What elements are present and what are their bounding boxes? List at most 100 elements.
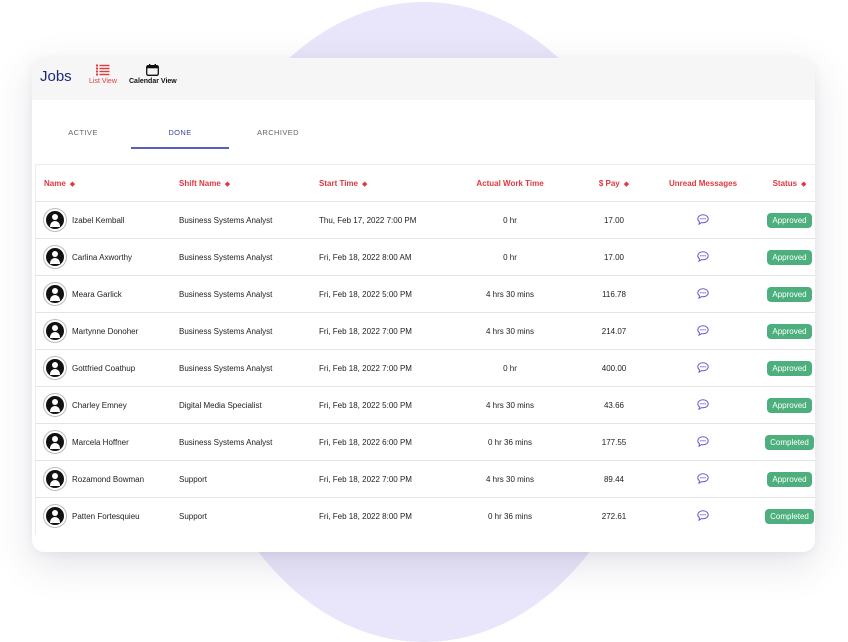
table-row[interactable]: Patten Fortesquieu Support Fri, Feb 18, … (36, 497, 815, 534)
actual-work-time: 4 hrs 30 mins (444, 312, 576, 350)
list-view-label: List View (89, 78, 117, 85)
status-badge: Approved (767, 249, 812, 265)
list-icon (95, 64, 110, 76)
start-time: Fri, Feb 18, 2022 5:00 PM (319, 386, 444, 424)
status-badge: Approved (767, 360, 812, 376)
start-time: Fri, Feb 18, 2022 8:00 AM (319, 238, 444, 276)
worker-name: Martynne Donoher (72, 326, 139, 336)
avatar-icon (44, 505, 66, 527)
status-badge: Completed (765, 508, 814, 524)
actual-work-time: 0 hr 36 mins (444, 423, 576, 461)
shift-name: Business Systems Analyst (179, 201, 319, 239)
message-bubble-icon[interactable] (697, 435, 709, 449)
message-bubble-icon[interactable] (697, 361, 709, 375)
pay-amount: 89.44 (576, 460, 652, 498)
table-row[interactable]: Izabel Kemball Business Systems Analyst … (36, 201, 815, 239)
sort-indicator-icon: ◆ (69, 180, 76, 188)
shift-name: Business Systems Analyst (179, 349, 319, 387)
actual-work-time: 0 hr (444, 349, 576, 387)
table-row[interactable]: Gottfried Coathup Business Systems Analy… (36, 349, 815, 387)
pay-amount: 177.55 (576, 423, 652, 461)
column-header-name[interactable]: Name ◆ (36, 165, 179, 202)
avatar-icon (44, 394, 66, 416)
table-row[interactable]: Rozamond Bowman Support Fri, Feb 18, 202… (36, 460, 815, 498)
avatar-icon (44, 283, 66, 305)
shift-name: Business Systems Analyst (179, 275, 319, 313)
start-time: Fri, Feb 18, 2022 8:00 PM (319, 497, 444, 534)
message-bubble-icon[interactable] (697, 250, 709, 264)
start-time: Fri, Feb 18, 2022 7:00 PM (319, 460, 444, 498)
column-header-actual-work-time: Actual Work Time (476, 178, 544, 188)
status-badge: Approved (767, 323, 812, 339)
message-bubble-icon[interactable] (697, 324, 709, 338)
actual-work-time: 4 hrs 30 mins (444, 275, 576, 313)
actual-work-time: 4 hrs 30 mins (444, 460, 576, 498)
actual-work-time: 0 hr 36 mins (444, 497, 576, 534)
worker-name: Charley Emney (72, 400, 127, 410)
message-bubble-icon[interactable] (697, 398, 709, 412)
shift-name: Business Systems Analyst (179, 238, 319, 276)
table-row[interactable]: Marcela Hoffner Business Systems Analyst… (36, 423, 815, 461)
jobs-table: Name ◆ Shift Name ◆ Start Time ◆ Actual Wor… (36, 165, 815, 534)
tab-archived[interactable]: ARCHIVED (250, 128, 306, 137)
status-badge: Approved (767, 471, 812, 487)
column-header-pay[interactable]: $ Pay ◆ (576, 165, 652, 202)
list-view-button[interactable]: List View (89, 64, 117, 85)
calendar-icon (146, 64, 160, 76)
calendar-view-button[interactable]: Calendar View (129, 64, 177, 85)
column-header-start-time[interactable]: Start Time ◆ (319, 165, 444, 202)
header-bar: Jobs List View Calendar View (32, 58, 815, 100)
worker-name: Marcela Hoffner (72, 437, 129, 447)
active-tab-indicator (131, 147, 229, 149)
message-bubble-icon[interactable] (697, 472, 709, 486)
message-bubble-icon[interactable] (697, 287, 709, 301)
avatar-icon (44, 320, 66, 342)
table-row[interactable]: Carlina Axworthy Business Systems Analys… (36, 238, 815, 276)
table-header-row: Name ◆ Shift Name ◆ Start Time ◆ Actual Wor… (36, 165, 815, 202)
page-title: Jobs (40, 68, 72, 85)
sort-indicator-icon: ◆ (623, 180, 630, 188)
status-badge: Completed (765, 434, 814, 450)
shift-name: Digital Media Specialist (179, 386, 319, 424)
column-header-status[interactable]: Status ◆ (754, 165, 815, 202)
pay-amount: 17.00 (576, 238, 652, 276)
status-badge: Approved (767, 212, 812, 228)
actual-work-time: 0 hr (444, 201, 576, 239)
message-bubble-icon[interactable] (697, 509, 709, 523)
sort-indicator-icon: ◆ (224, 180, 231, 188)
actual-work-time: 4 hrs 30 mins (444, 386, 576, 424)
worker-name: Patten Fortesquieu (72, 511, 140, 521)
start-time: Fri, Feb 18, 2022 6:00 PM (319, 423, 444, 461)
column-header-shift-name[interactable]: Shift Name ◆ (179, 165, 319, 202)
table-row[interactable]: Charley Emney Digital Media Specialist F… (36, 386, 815, 424)
avatar-icon (44, 246, 66, 268)
start-time: Fri, Feb 18, 2022 7:00 PM (319, 312, 444, 350)
avatar-icon (44, 209, 66, 231)
sort-indicator-icon: ◆ (361, 180, 368, 188)
sort-indicator-icon: ◆ (801, 180, 807, 188)
tab-active[interactable]: ACTIVE (57, 128, 109, 137)
table-row[interactable]: Martynne Donoher Business Systems Analys… (36, 312, 815, 350)
status-tabs: ACTIVE DONE ARCHIVED (32, 100, 815, 164)
start-time: Fri, Feb 18, 2022 5:00 PM (319, 275, 444, 313)
tab-done[interactable]: DONE (131, 128, 229, 137)
pay-amount: 43.66 (576, 386, 652, 424)
pay-amount: 17.00 (576, 201, 652, 239)
message-bubble-icon[interactable] (697, 213, 709, 227)
pay-amount: 400.00 (576, 349, 652, 387)
worker-name: Rozamond Bowman (72, 474, 145, 484)
avatar-icon (44, 431, 66, 453)
shift-name: Support (179, 460, 319, 498)
start-time: Fri, Feb 18, 2022 7:00 PM (319, 349, 444, 387)
worker-name: Meara Garlick (72, 289, 122, 299)
table-row[interactable]: Meara Garlick Business Systems Analyst F… (36, 275, 815, 313)
start-time: Thu, Feb 17, 2022 7:00 PM (319, 201, 444, 239)
avatar-icon (44, 357, 66, 379)
worker-name: Gottfried Coathup (72, 363, 136, 373)
calendar-view-label: Calendar View (129, 78, 177, 85)
shift-name: Support (179, 497, 319, 534)
jobs-table-container: Name ◆ Shift Name ◆ Start Time ◆ Actual Wor… (35, 164, 815, 535)
avatar-icon (44, 468, 66, 490)
worker-name: Carlina Axworthy (72, 252, 133, 262)
pay-amount: 116.78 (576, 275, 652, 313)
